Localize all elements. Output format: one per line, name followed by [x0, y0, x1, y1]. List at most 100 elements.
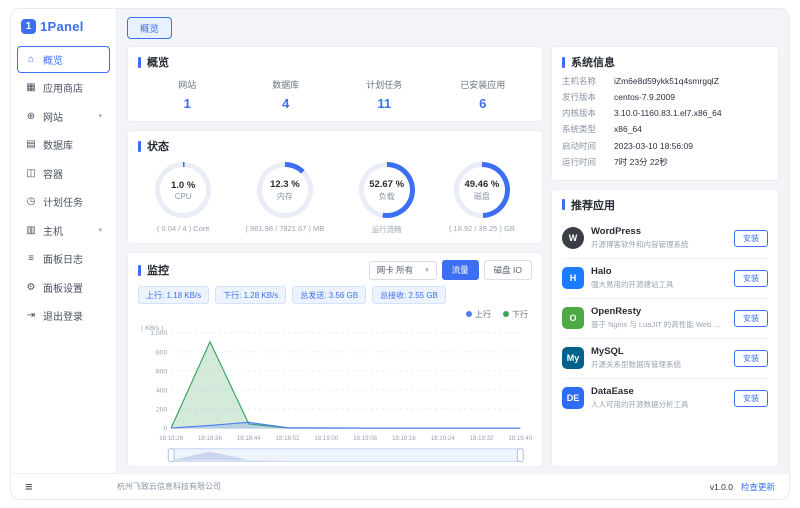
brush-handle-right[interactable] [517, 449, 523, 462]
disk-io-tab-button[interactable]: 磁盘 IO [484, 260, 532, 280]
install-button[interactable]: 安装 [734, 270, 768, 287]
system-row-label: 启动时间 [562, 141, 614, 152]
gauge-ring: 52.67 % 负载 [359, 162, 415, 218]
check-update-link[interactable]: 检查更新 [741, 481, 775, 493]
app-name: WordPress [591, 226, 727, 237]
status-card: 状态 1.0 % CPU ( 0.04 / 4 ) [127, 130, 543, 244]
svg-text:18:19:00: 18:19:00 [314, 435, 338, 442]
install-button[interactable]: 安装 [734, 230, 768, 247]
sidebar-item-label: 退出登录 [43, 308, 83, 323]
sidebar-item-website[interactable]: ⊕ 网站 ▾ [17, 103, 110, 130]
company-name: 杭州飞致云信息科技有限公司 [117, 481, 221, 492]
sidebar-item-appstore[interactable]: ▦ 应用商店 [17, 74, 110, 101]
website-icon: ⊕ [25, 111, 37, 122]
gauge-label: CPU [175, 192, 192, 201]
monitor-chart: ( KB/s )02004006008001,00018:18:2818:18:… [138, 321, 532, 459]
svg-text:18:19:32: 18:19:32 [470, 435, 494, 442]
system-info-title: 系统信息 [562, 54, 768, 70]
gauge-value: 12.3 % [270, 179, 300, 190]
brush-handle-left[interactable] [168, 449, 174, 462]
collapse-sidebar-icon[interactable]: ≡ [25, 479, 117, 494]
system-row-value: iZm6e8d59ykk51q4smrgqlZ [614, 76, 719, 87]
system-info-card: 系统信息 主机名称 iZm6e8d59ykk51q4smrgqlZ 发行版本 c… [551, 46, 779, 181]
stat-label: 网站 [138, 78, 237, 91]
sidebar-item-overview[interactable]: ⌂ 概览 [17, 46, 110, 73]
svg-text:18:19:24: 18:19:24 [431, 435, 455, 442]
system-row-label: 运行时间 [562, 157, 614, 168]
sidebar-item-cronjob[interactable]: ◷ 计划任务 [17, 188, 110, 215]
svg-text:18:18:52: 18:18:52 [276, 435, 300, 442]
overview-card-title: 概览 [138, 54, 532, 70]
monitor-card-title: 监控 [138, 262, 169, 278]
legend-dot-up [466, 311, 472, 317]
system-row-value: 2023-03-10 18:56:09 [614, 141, 693, 152]
logout-icon: ⇥ [25, 310, 37, 321]
stat-installed-apps[interactable]: 已安装应用 6 [434, 78, 533, 111]
logo-icon: 1 [21, 19, 36, 34]
sidebar-item-panel-logs[interactable]: ≡ 面板日志 [17, 245, 110, 272]
stat-databases[interactable]: 数据库 4 [237, 78, 336, 111]
svg-text:18:18:44: 18:18:44 [237, 435, 261, 442]
svg-text:18:19:40: 18:19:40 [508, 435, 532, 442]
sidebar-item-container[interactable]: ◫ 容器 [17, 160, 110, 187]
legend-item-up[interactable]: 上行 [466, 309, 491, 320]
gear-icon: ⚙ [25, 282, 37, 293]
svg-text:800: 800 [156, 349, 168, 356]
app-desc: 基于 Nginx 与 LuaJIT 的高性能 Web 平台 [591, 319, 727, 330]
gauge-value: 52.67 % [369, 179, 404, 190]
sidebar-item-label: 网站 [43, 109, 63, 124]
chevron-down-icon: ▾ [98, 112, 102, 120]
stat-value: 4 [237, 96, 336, 111]
legend-dot-down [503, 311, 509, 317]
version-label: v1.0.0 [710, 482, 733, 492]
nic-select[interactable]: 网卡 所有 ▾ [369, 261, 437, 280]
brand-name: 1Panel [40, 19, 84, 34]
traffic-tab-button[interactable]: 流量 [442, 260, 479, 280]
sidebar-item-host[interactable]: ▥ 主机 ▾ [17, 217, 110, 244]
badge-total-received: 总接收: 2.55 GB [372, 286, 446, 304]
stat-cronjobs[interactable]: 计划任务 11 [335, 78, 434, 111]
logo: 1 1Panel [17, 17, 110, 44]
install-button[interactable]: 安装 [734, 350, 768, 367]
app-desc: 开源关系型数据库管理系统 [591, 359, 727, 370]
gauge-label: 内存 [277, 191, 293, 202]
sidebar-item-label: 概览 [43, 52, 63, 67]
app-desc: 强大易用的开源建站工具 [591, 279, 727, 290]
svg-text:18:18:28: 18:18:28 [159, 435, 183, 442]
host-icon: ▥ [25, 225, 37, 236]
chart-legend: 上行 下行 [138, 309, 528, 320]
container-icon: ◫ [25, 168, 37, 179]
openresty-icon: O [562, 307, 584, 329]
gauge-sub: ( 961.98 / 7821.67 ) MB [245, 224, 324, 233]
sidebar-item-logout[interactable]: ⇥ 退出登录 [17, 302, 110, 329]
stat-label: 数据库 [237, 78, 336, 91]
gauge-sub: ( 18.92 / 39.25 ) GB [449, 224, 515, 233]
stat-value: 1 [138, 96, 237, 111]
badge-downstream: 下行: 1.28 KB/s [215, 286, 286, 304]
system-row-label: 主机名称 [562, 76, 614, 87]
sidebar-item-label: 主机 [43, 223, 63, 238]
gauge-ring: 49.46 % 磁盘 [454, 162, 510, 218]
chevron-down-icon: ▾ [425, 266, 429, 274]
system-row-arch: 系统类型 x86_64 [562, 124, 768, 135]
nic-select-value: 网卡 所有 [377, 264, 413, 276]
gauge-sub: ( 0.04 / 4 ) Core [155, 224, 211, 233]
home-icon: ⌂ [25, 54, 37, 65]
install-button[interactable]: 安装 [734, 390, 768, 407]
sidebar-item-panel-settings[interactable]: ⚙ 面板设置 [17, 274, 110, 301]
sidebar-item-database[interactable]: ▤ 数据库 [17, 131, 110, 158]
legend-label: 上行 [475, 310, 491, 319]
tab-overview[interactable]: 概览 [127, 17, 172, 39]
svg-text:600: 600 [156, 368, 168, 375]
install-button[interactable]: 安装 [734, 310, 768, 327]
legend-item-down[interactable]: 下行 [503, 309, 528, 320]
gauge-ring: 12.3 % 内存 [257, 162, 313, 218]
stat-websites[interactable]: 网站 1 [138, 78, 237, 111]
gauge-sub: 运行流畅 [359, 224, 415, 235]
system-row-label: 系统类型 [562, 124, 614, 135]
system-row-value: 3.10.0-1160.83.1.el7.x86_64 [614, 108, 722, 119]
badge-total-sent: 总发送: 3.56 GB [292, 286, 366, 304]
system-row-label: 内核版本 [562, 108, 614, 119]
system-row-kernel: 内核版本 3.10.0-1160.83.1.el7.x86_64 [562, 108, 768, 119]
halo-icon: H [562, 267, 584, 289]
